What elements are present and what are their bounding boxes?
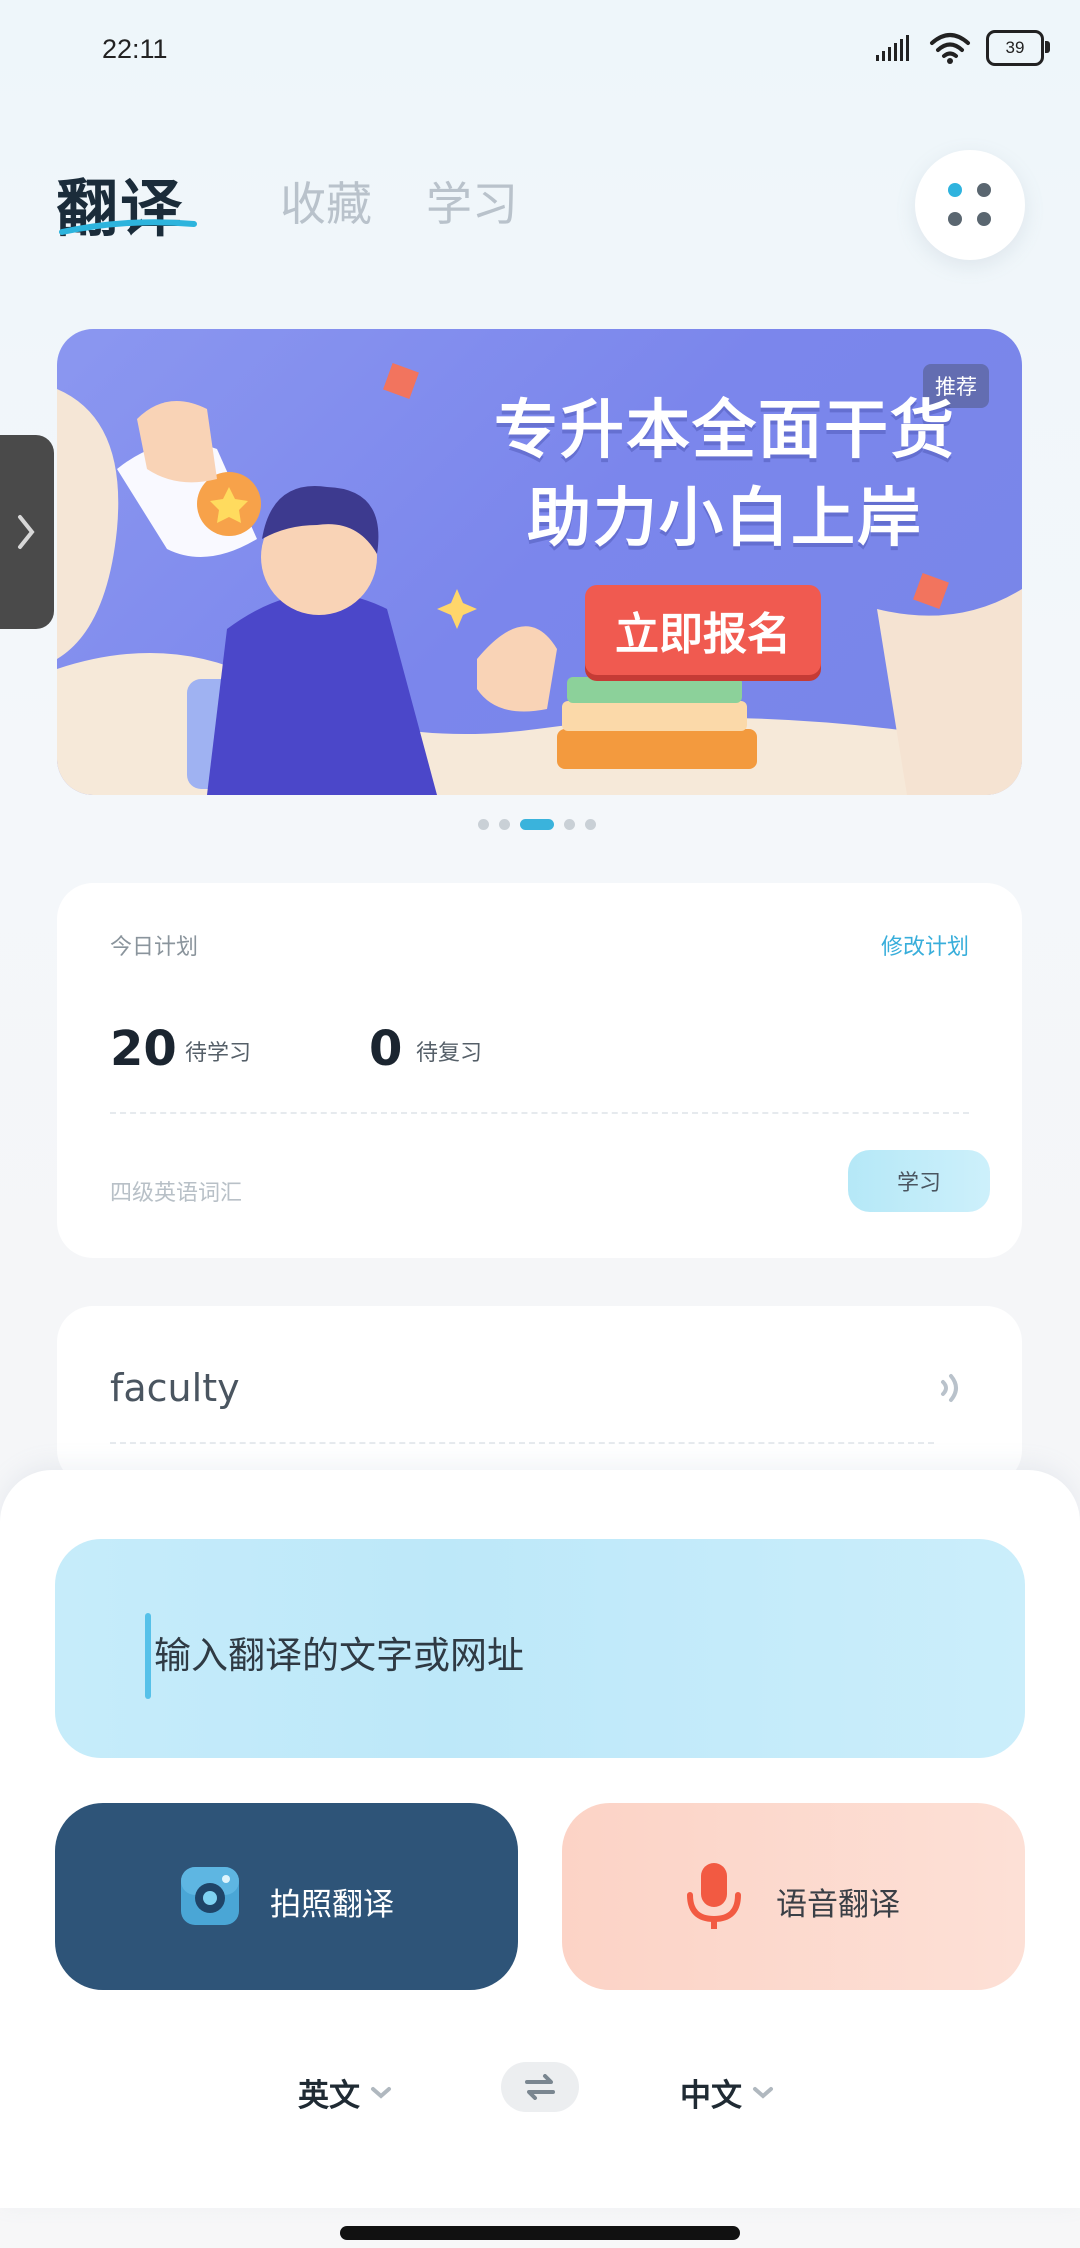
status-bar: 22:11 39 [0, 0, 1080, 100]
source-language-select[interactable]: 英文 [298, 2070, 392, 2115]
to-review-count: 0 [369, 1021, 403, 1077]
pagination-dot[interactable] [585, 819, 596, 830]
voice-translate-label: 语音翻译 [776, 1887, 900, 1923]
target-language-select[interactable]: 中文 [680, 2070, 774, 2115]
swap-languages-button[interactable] [501, 2062, 579, 2112]
divider [110, 1112, 969, 1114]
translate-sheet: 输入翻译的文字或网址 拍照翻译 语音翻译 英文 中文 [0, 1470, 1080, 2208]
source-language-label: 英文 [298, 2078, 360, 2114]
pagination-dot[interactable] [478, 819, 489, 830]
today-plan-card: 今日计划 修改计划 20 待学习 0 待复习 四级英语词汇 学习 [57, 883, 1022, 1258]
input-placeholder: 输入翻译的文字或网址 [154, 1634, 524, 1677]
camera-icon [181, 1867, 239, 1925]
banner-pagination [478, 819, 596, 830]
battery-icon: 39 [986, 30, 1050, 66]
chevron-right-icon [18, 515, 35, 549]
tab-study[interactable]: 学习 [426, 168, 518, 234]
status-time: 22:11 [102, 34, 168, 64]
speaker-icon[interactable] [937, 1368, 967, 1408]
learn-button[interactable]: 学习 [848, 1150, 990, 1212]
to-learn-label: 待学习 [185, 1041, 252, 1066]
active-tab-underline [59, 219, 197, 235]
side-drawer-handle[interactable] [0, 435, 54, 629]
tab-favorites[interactable]: 收藏 [280, 168, 372, 234]
pagination-dot[interactable] [499, 819, 510, 830]
voice-translate-button[interactable]: 语音翻译 [562, 1803, 1025, 1990]
wordbook-name[interactable]: 四级英语词汇 [110, 1175, 242, 1207]
photo-translate-label: 拍照翻译 [270, 1887, 394, 1923]
translate-input[interactable]: 输入翻译的文字或网址 [55, 1539, 1025, 1758]
pagination-dot[interactable] [564, 819, 575, 830]
register-button[interactable]: 立即报名 [585, 585, 821, 675]
banner-title: 专升本全面干货 助力小白上岸 [445, 387, 1005, 563]
edit-plan-link[interactable]: 修改计划 [881, 929, 969, 961]
photo-translate-button[interactable]: 拍照翻译 [55, 1803, 518, 1990]
text-caret [145, 1613, 151, 1699]
word-text: faculty [110, 1366, 240, 1410]
promo-banner[interactable]: 推荐 专升本全面干货 助力小白上岸 立即报名 [57, 329, 1022, 795]
wifi-icon [930, 33, 970, 64]
word-card[interactable]: faculty [57, 1306, 1022, 1486]
chevron-down-icon [371, 2086, 391, 2099]
chevron-down-icon [753, 2086, 773, 2099]
banner-title-line2: 助力小白上岸 [527, 482, 923, 556]
divider [110, 1442, 934, 1444]
target-language-label: 中文 [680, 2078, 742, 2114]
top-nav: 翻译 收藏 学习 [0, 140, 1080, 270]
swap-icon [525, 2074, 555, 2100]
home-indicator[interactable] [340, 2226, 740, 2240]
to-review-label: 待复习 [416, 1041, 483, 1066]
microphone-icon [687, 1863, 741, 1929]
menu-dots-icon[interactable] [915, 150, 1025, 260]
plan-title: 今日计划 [110, 935, 199, 960]
pagination-dot-active[interactable] [520, 819, 554, 830]
signal-icon [876, 35, 909, 61]
banner-title-line1: 专升本全面干货 [494, 394, 956, 468]
language-selector: 英文 中文 [0, 2062, 1080, 2122]
to-learn-count: 20 [110, 1021, 177, 1077]
